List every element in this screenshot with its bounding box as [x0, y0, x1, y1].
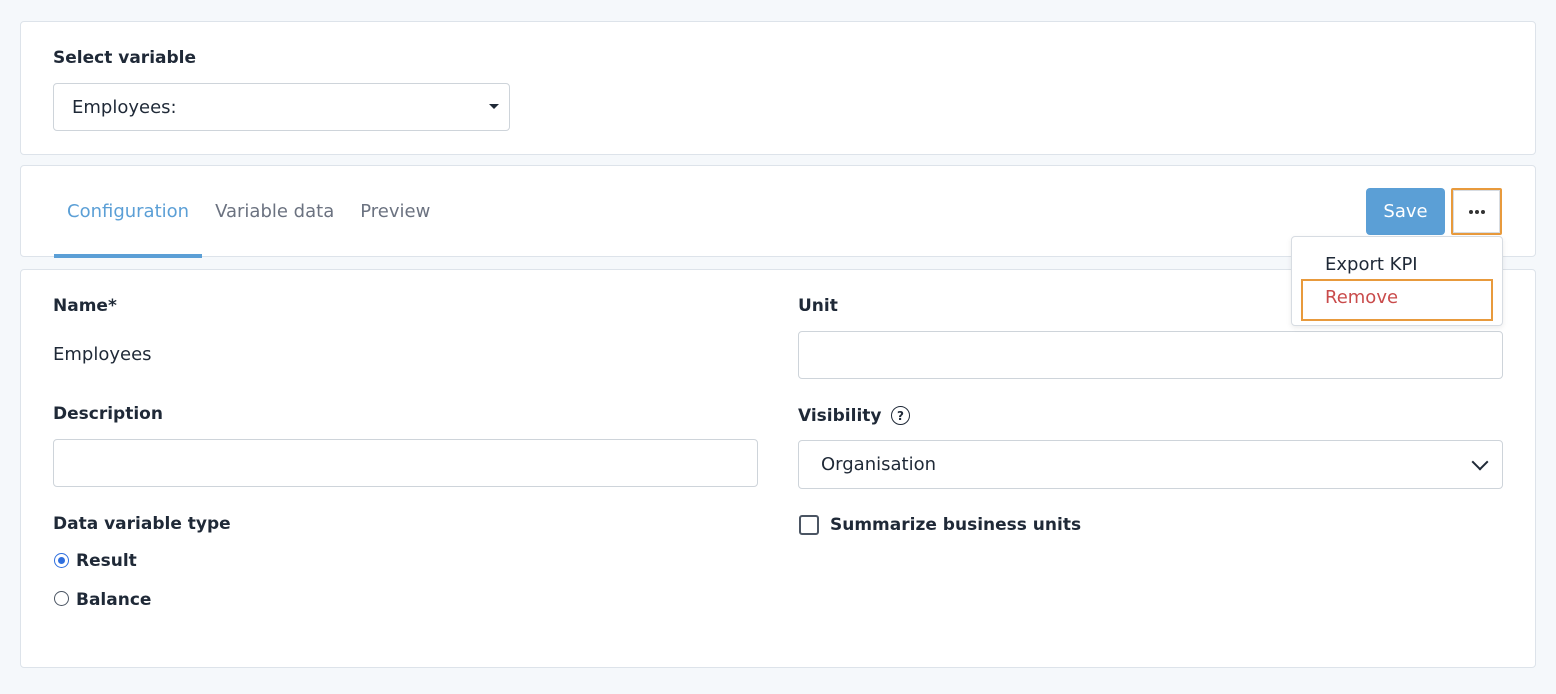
select-variable-label: Select variable: [53, 48, 197, 68]
unit-label: Unit: [798, 296, 838, 316]
radio-balance[interactable]: [54, 591, 69, 606]
select-variable-card: Select variable Employees:: [20, 21, 1536, 155]
description-input[interactable]: [53, 439, 758, 487]
variable-select[interactable]: Employees:: [53, 83, 510, 131]
ellipsis-icon: [1468, 209, 1485, 214]
caret-down-icon: [489, 104, 499, 109]
name-label: Name*: [53, 296, 117, 316]
visibility-label: Visibility: [798, 406, 882, 426]
radio-balance-label: Balance: [76, 590, 152, 610]
chevron-down-icon: [1471, 453, 1489, 470]
tab-bar: Configuration Variable data Preview: [54, 166, 443, 258]
menu-item-remove[interactable]: Remove: [1325, 287, 1398, 308]
save-button[interactable]: Save: [1366, 188, 1445, 235]
summarize-checkbox[interactable]: [799, 515, 819, 535]
radio-result[interactable]: [54, 553, 69, 568]
data-variable-type-label: Data variable type: [53, 514, 231, 534]
visibility-select[interactable]: Organisation: [798, 440, 1503, 489]
configuration-form-card: Name* Employees Unit Description Visibil…: [20, 269, 1536, 668]
tab-configuration[interactable]: Configuration: [54, 166, 203, 258]
more-options-button[interactable]: [1451, 188, 1502, 235]
radio-result-label: Result: [76, 551, 137, 571]
description-label: Description: [53, 404, 163, 424]
question-circle-icon[interactable]: ?: [891, 406, 910, 425]
name-value: Employees: [53, 344, 152, 365]
tab-variable-data[interactable]: Variable data: [202, 166, 347, 257]
visibility-select-value: Organisation: [821, 454, 937, 475]
unit-input[interactable]: [798, 331, 1503, 379]
tab-preview[interactable]: Preview: [347, 166, 443, 257]
summarize-label: Summarize business units: [830, 515, 1082, 535]
menu-item-export-kpi[interactable]: Export KPI: [1325, 254, 1418, 275]
more-options-menu: Export KPI Remove: [1291, 236, 1503, 326]
variable-select-value: Employees:: [72, 96, 177, 118]
